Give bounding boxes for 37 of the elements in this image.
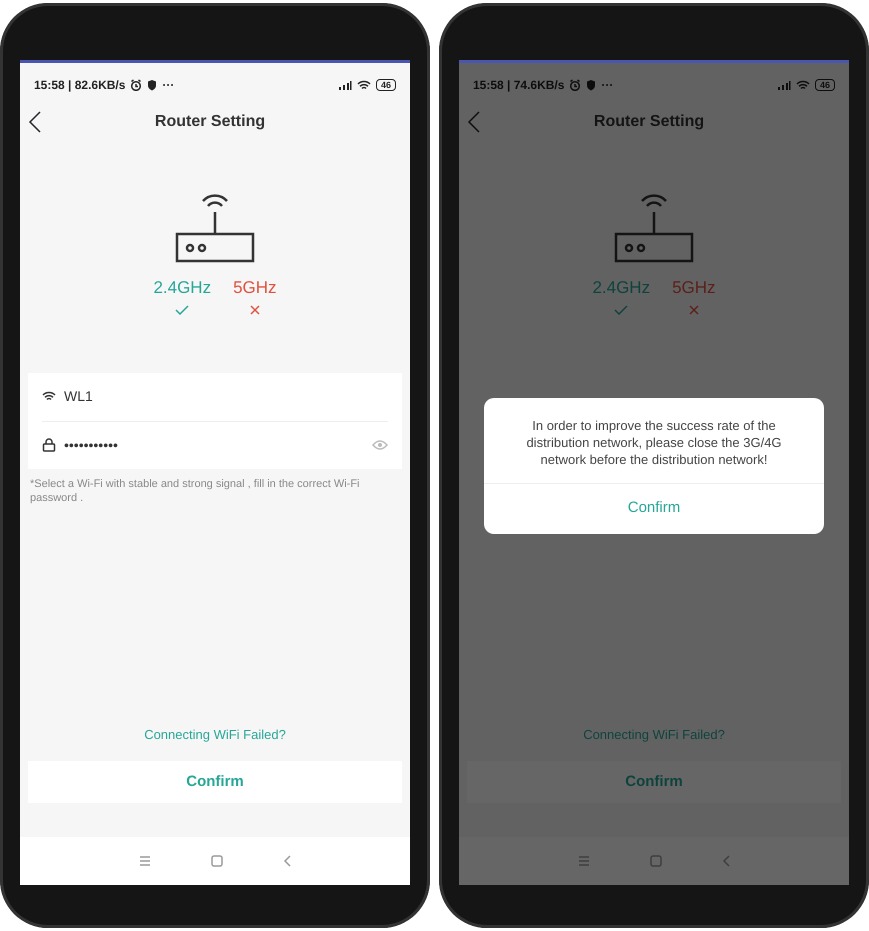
lock-icon [42, 438, 56, 452]
menu-icon[interactable] [139, 856, 151, 866]
wifi-icon [356, 80, 371, 90]
alarm-icon [130, 79, 142, 91]
status-time: 15:58 | 74.6KB/s [473, 77, 564, 94]
wifi-icon [796, 80, 810, 90]
band-label: 5GHz [233, 277, 277, 299]
help-link[interactable]: Connecting WiFi Failed? [138, 724, 292, 745]
more-indicator: ··· [601, 77, 614, 94]
signal-icon [776, 80, 791, 90]
help-link[interactable]: Connecting WiFi Failed? [577, 724, 731, 745]
band-label: 5GHz [672, 277, 716, 299]
password-field[interactable]: ••••••••••• [42, 434, 364, 456]
eye-icon[interactable] [372, 440, 388, 450]
battery-indicator: 46 [376, 79, 396, 91]
page-title: Router Setting [154, 112, 266, 132]
band-label: 2.4GHz [592, 277, 650, 299]
battery-indicator: 46 [814, 79, 835, 91]
more-indicator: ··· [162, 77, 174, 94]
wifi-icon [42, 391, 56, 402]
confirm-button[interactable]: Confirm [28, 761, 402, 803]
hint-text: *Select a Wi-Fi with stable and strong signal , fill in the correct Wi-Fi password . [29, 476, 361, 506]
status-time: 15:58 | 82.6KB/s [34, 77, 126, 94]
home-icon[interactable] [650, 855, 662, 867]
dialog-confirm-button[interactable]: Confirm [484, 484, 824, 534]
signal-icon [338, 80, 352, 90]
dialog-message: In order to improve the success rate of the distribution network, please close the 3G/4G network before the distribution network! [484, 398, 824, 484]
back-icon[interactable] [28, 111, 42, 133]
shield-icon [586, 79, 596, 91]
home-icon[interactable] [211, 855, 223, 867]
confirm-button[interactable]: Confirm [467, 761, 841, 803]
band-label: 2.4GHz [153, 277, 212, 299]
wifi-name-field[interactable]: WL1 [42, 372, 388, 420]
menu-icon[interactable] [578, 856, 590, 866]
alarm-icon [569, 79, 582, 91]
page-title: Router Setting [592, 112, 706, 132]
shield-icon [147, 79, 158, 91]
